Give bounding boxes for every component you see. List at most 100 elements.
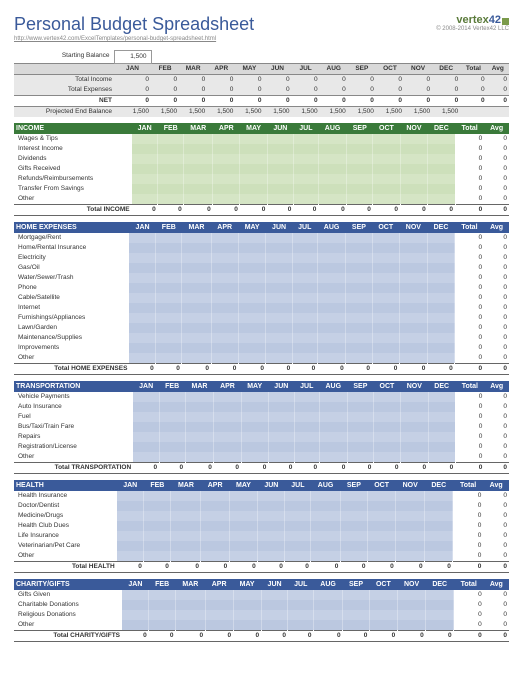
cell[interactable] — [214, 442, 241, 452]
cell[interactable] — [425, 501, 453, 511]
cell[interactable] — [129, 243, 155, 253]
cell[interactable] — [396, 541, 425, 551]
cell[interactable] — [158, 194, 184, 205]
cell[interactable] — [292, 263, 317, 273]
cell[interactable] — [117, 551, 144, 562]
cell[interactable] — [185, 392, 214, 402]
cell[interactable] — [211, 283, 238, 293]
cell[interactable]: 0 — [320, 85, 348, 96]
cell[interactable] — [399, 263, 427, 273]
cell[interactable] — [428, 402, 455, 412]
cell[interactable] — [367, 521, 395, 531]
cell[interactable] — [241, 412, 268, 422]
cell[interactable]: 0 — [235, 85, 263, 96]
cell[interactable] — [294, 392, 319, 402]
cell[interactable] — [238, 303, 266, 313]
cell[interactable] — [400, 392, 428, 402]
cell[interactable] — [229, 501, 258, 511]
cell[interactable] — [372, 263, 399, 273]
cell[interactable] — [144, 501, 171, 511]
cell[interactable] — [293, 174, 318, 184]
cell[interactable] — [129, 253, 155, 263]
cell[interactable]: 0 — [292, 74, 320, 85]
cell[interactable] — [117, 501, 144, 511]
cell[interactable] — [319, 432, 347, 442]
cell[interactable] — [122, 600, 149, 610]
cell[interactable] — [346, 313, 372, 323]
cell[interactable] — [129, 313, 155, 323]
cell[interactable] — [399, 253, 427, 263]
cell[interactable] — [238, 333, 266, 343]
cell[interactable] — [158, 174, 184, 184]
cell[interactable] — [400, 154, 428, 164]
cell[interactable] — [185, 402, 214, 412]
cell[interactable] — [214, 402, 241, 412]
cell[interactable] — [396, 491, 425, 501]
cell[interactable] — [373, 392, 400, 402]
cell[interactable]: 0 — [348, 74, 376, 85]
cell[interactable] — [347, 402, 373, 412]
cell[interactable] — [266, 343, 292, 353]
cell[interactable] — [201, 541, 229, 551]
cell[interactable] — [400, 422, 428, 432]
cell[interactable] — [229, 491, 258, 501]
cell[interactable] — [288, 610, 314, 620]
cell[interactable] — [268, 412, 294, 422]
cell[interactable] — [133, 422, 159, 432]
cell[interactable]: 0 — [320, 95, 348, 106]
cell[interactable] — [266, 313, 292, 323]
cell[interactable] — [211, 323, 238, 333]
cell[interactable] — [129, 333, 155, 343]
cell[interactable] — [122, 620, 149, 631]
cell[interactable] — [288, 600, 314, 610]
cell[interactable]: 0 — [432, 85, 460, 96]
cell[interactable] — [396, 551, 425, 562]
cell[interactable] — [319, 422, 347, 432]
cell[interactable] — [372, 303, 399, 313]
cell[interactable] — [346, 263, 372, 273]
cell[interactable] — [211, 293, 238, 303]
cell[interactable] — [396, 501, 425, 511]
cell[interactable] — [241, 432, 268, 442]
cell[interactable] — [182, 323, 211, 333]
cell[interactable] — [268, 402, 294, 412]
cell[interactable] — [171, 501, 201, 511]
cell[interactable] — [129, 283, 155, 293]
cell[interactable] — [229, 511, 258, 521]
cell[interactable] — [317, 233, 346, 243]
cell[interactable] — [285, 551, 311, 562]
cell[interactable]: 0 — [179, 74, 207, 85]
cell[interactable] — [347, 184, 373, 194]
cell[interactable] — [156, 283, 182, 293]
cell[interactable] — [144, 511, 171, 521]
cell[interactable] — [129, 263, 155, 273]
cell[interactable]: 1,500 — [320, 106, 348, 117]
cell[interactable] — [144, 491, 171, 501]
cell[interactable] — [347, 412, 373, 422]
cell[interactable] — [211, 303, 238, 313]
cell[interactable] — [425, 491, 453, 501]
cell[interactable] — [347, 154, 373, 164]
cell[interactable] — [292, 273, 317, 283]
cell[interactable] — [129, 343, 155, 353]
cell[interactable] — [176, 600, 206, 610]
cell[interactable] — [399, 303, 427, 313]
cell[interactable] — [182, 313, 211, 323]
cell[interactable] — [266, 233, 292, 243]
cell[interactable]: 1,500 — [376, 106, 404, 117]
cell[interactable] — [133, 442, 159, 452]
cell[interactable]: 1,500 — [432, 106, 460, 117]
cell[interactable] — [132, 134, 158, 144]
cell[interactable] — [373, 402, 400, 412]
cell[interactable] — [292, 343, 317, 353]
cell[interactable] — [211, 343, 238, 353]
cell[interactable] — [211, 263, 238, 273]
cell[interactable] — [214, 452, 241, 463]
cell[interactable] — [182, 283, 211, 293]
cell[interactable] — [185, 412, 214, 422]
cell[interactable] — [427, 283, 454, 293]
cell[interactable] — [372, 323, 399, 333]
cell[interactable] — [182, 273, 211, 283]
cell[interactable] — [294, 412, 319, 422]
cell[interactable] — [184, 164, 213, 174]
